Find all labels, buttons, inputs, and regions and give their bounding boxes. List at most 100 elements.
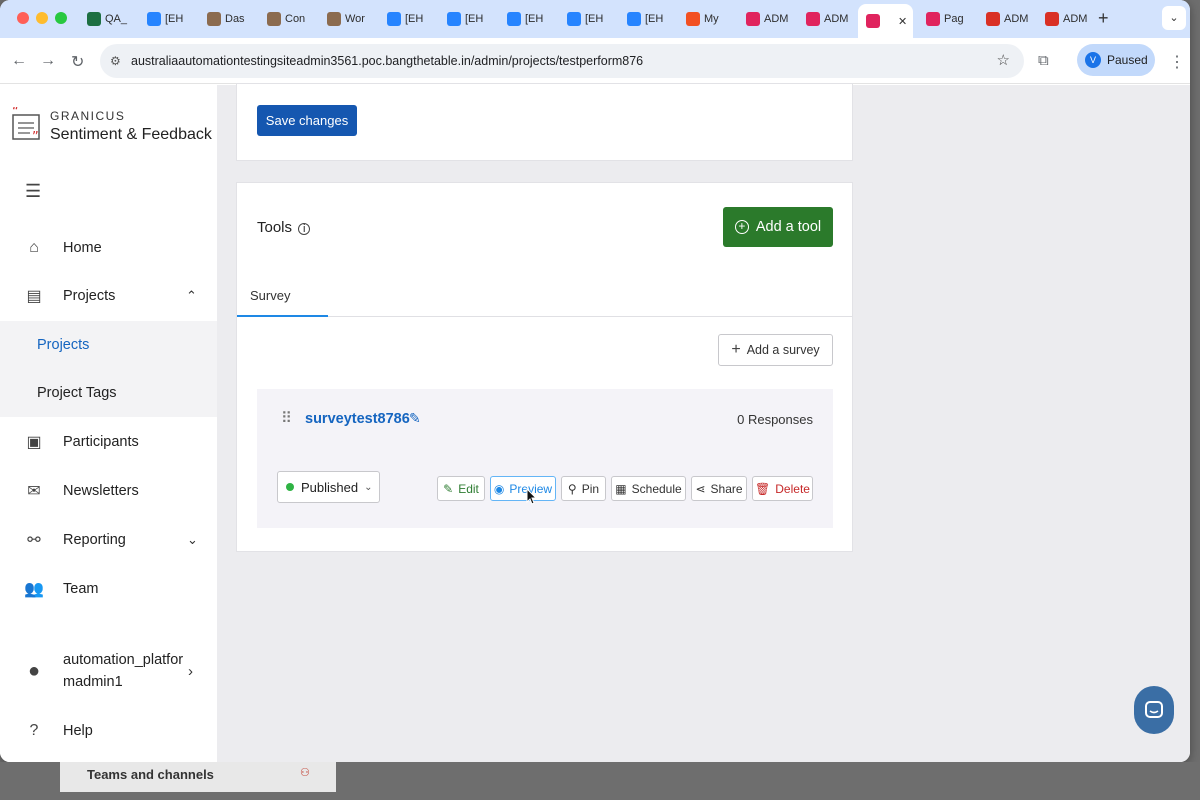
tab-label: [EH xyxy=(165,13,184,25)
back-icon[interactable]: ← xyxy=(11,52,27,70)
sidebar-item-team[interactable]: 👥 Team xyxy=(0,565,217,613)
projects-icon: ▤ xyxy=(26,288,42,305)
sidebar-item-user[interactable]: ● automation_platfor madmin1 › xyxy=(0,646,217,696)
sidebar-item-reporting[interactable]: ⚯ Reporting ⌄ xyxy=(0,516,217,564)
sidebar-item-participants[interactable]: ▣ Participants xyxy=(0,418,217,466)
browser-tab[interactable]: Con xyxy=(259,6,316,32)
reload-icon[interactable]: ↻ xyxy=(71,52,84,72)
sidebar-item-projects[interactable]: ▤ Projects ⌃ xyxy=(0,272,217,320)
browser-menu-icon[interactable]: ⋮ xyxy=(1169,52,1185,72)
browser-tab[interactable]: Pag xyxy=(918,6,975,32)
trash-icon: 🗑 xyxy=(755,481,771,496)
sidebar-item-home[interactable]: ⌂ Home xyxy=(0,224,217,272)
project-settings-card: Save changes xyxy=(236,83,853,161)
home-icon: ⌂ xyxy=(29,239,39,256)
survey-responses: 0 Responses xyxy=(737,412,813,427)
status-value: Published xyxy=(301,479,359,495)
calendar-icon xyxy=(986,12,1000,26)
edit-pencil-icon[interactable]: ✎ xyxy=(409,410,421,427)
browser-tab[interactable]: My xyxy=(678,6,735,32)
user-name-line2: madmin1 xyxy=(63,674,123,690)
drag-handle-icon[interactable]: ⠿ xyxy=(281,409,292,427)
reporting-icon: ⚯ xyxy=(27,532,41,549)
tab-survey[interactable]: Survey xyxy=(237,283,328,317)
eye-icon: ◉ xyxy=(493,481,505,496)
chat-launcher-button[interactable] xyxy=(1134,686,1174,734)
granicus-icon xyxy=(866,14,880,28)
brand-name: Sentiment & Feedback xyxy=(50,126,212,143)
preview-button[interactable]: ◉ Preview xyxy=(490,476,556,501)
browser-tab[interactable]: Das xyxy=(199,6,256,32)
sidebar-item-help[interactable]: ? Help xyxy=(0,707,217,755)
maximize-window-button[interactable] xyxy=(55,12,67,24)
address-bar[interactable]: ⚙ australiaautomationtestingsiteadmin356… xyxy=(100,44,1024,78)
brand-top: GRANICUS xyxy=(50,109,126,123)
user-name-line1: automation_platfor xyxy=(63,652,184,668)
new-tab-button[interactable]: + xyxy=(1098,8,1109,29)
browser-tab[interactable]: [EH xyxy=(439,6,496,32)
browser-tab[interactable]: ADM xyxy=(1037,6,1094,32)
tab-label: My xyxy=(704,13,719,25)
tab-label: [EH xyxy=(465,13,484,25)
jira-icon xyxy=(567,12,581,26)
schedule-button[interactable]: ▦ Schedule xyxy=(611,476,686,501)
browser-tab[interactable]: ADM xyxy=(978,6,1035,32)
browser-tab[interactable]: [EH xyxy=(559,6,616,32)
tab-label: ADM xyxy=(824,13,849,25)
sidebar-subitem-project-tags[interactable]: Project Tags xyxy=(0,369,217,417)
sidebar-item-newsletters[interactable]: ✉ Newsletters xyxy=(0,467,217,515)
browser-tab[interactable]: Wor xyxy=(319,6,376,32)
browser-tab[interactable]: [EH xyxy=(619,6,676,32)
hamburger-menu-icon[interactable]: ☰ xyxy=(25,181,41,202)
delete-button[interactable]: 🗑 Delete xyxy=(752,476,813,501)
profile-button[interactable]: V Paused xyxy=(1077,44,1155,76)
chat-icon xyxy=(1145,701,1163,718)
jira-icon xyxy=(387,12,401,26)
sidebar-item-label: Participants xyxy=(63,434,139,450)
forward-icon[interactable]: → xyxy=(40,52,56,70)
tab-label: [EH xyxy=(525,13,544,25)
url-text: australiaautomationtestingsiteadmin3561.… xyxy=(131,54,644,68)
tab-divider xyxy=(237,316,852,317)
add-tool-button[interactable]: + Add a tool xyxy=(723,207,833,247)
granicus-icon xyxy=(806,12,820,26)
tab-label: ADM xyxy=(1063,13,1088,25)
edit-label: Edit xyxy=(458,481,479,496)
info-icon[interactable]: i xyxy=(298,223,311,235)
browser-tab[interactable]: QA_ xyxy=(79,6,136,32)
sidebar-item-label: Project Tags xyxy=(37,385,117,401)
status-dropdown[interactable]: Published ⌄ xyxy=(277,471,380,503)
browser-tab[interactable]: ADM xyxy=(798,6,855,32)
browser-tab[interactable]: [EH xyxy=(499,6,556,32)
share-label: Share xyxy=(710,481,743,496)
close-tab-icon[interactable]: ✕ xyxy=(898,15,907,28)
bookmark-star-icon[interactable]: ☆ xyxy=(997,44,1010,78)
close-window-button[interactable] xyxy=(17,12,29,24)
browser-tab[interactable]: ✕ xyxy=(858,4,913,38)
share-icon: ⋖ xyxy=(695,481,706,496)
survey-title-link[interactable]: surveytest8786 xyxy=(305,411,410,427)
user-name: automation_platfor madmin1 xyxy=(63,649,183,693)
save-changes-button[interactable]: Save changes xyxy=(257,105,357,136)
svg-text:“: “ xyxy=(12,107,19,120)
browser-tab[interactable]: [EH xyxy=(139,6,196,32)
sidebar-item-label: Team xyxy=(63,581,99,597)
browser-tab[interactable]: [EH xyxy=(379,6,436,32)
tab-search-icon[interactable]: ⌄ xyxy=(1162,6,1186,30)
share-button[interactable]: ⋖ Share xyxy=(691,476,747,501)
site-info-icon[interactable]: ⚙ xyxy=(110,44,121,78)
edit-button[interactable]: ✎ Edit xyxy=(437,476,485,501)
browser-tab[interactable]: ADM xyxy=(738,6,795,32)
tab-label: ADM xyxy=(764,13,789,25)
minimize-window-button[interactable] xyxy=(36,12,48,24)
add-survey-button[interactable]: + Add a survey xyxy=(718,334,833,366)
pencil-icon: ✎ xyxy=(443,481,454,496)
tab-label: Pag xyxy=(944,13,964,25)
sidebar-subitem-projects[interactable]: Projects xyxy=(0,321,217,369)
tab-survey-label: Survey xyxy=(250,288,291,303)
tab-label: Das xyxy=(225,13,245,25)
tab-label: Wor xyxy=(345,13,365,25)
extensions-icon[interactable]: ⧉ xyxy=(1038,52,1049,69)
pin-button[interactable]: ⚲ Pin xyxy=(561,476,606,501)
background-app: Teams and channels ⚇ xyxy=(0,762,1200,800)
